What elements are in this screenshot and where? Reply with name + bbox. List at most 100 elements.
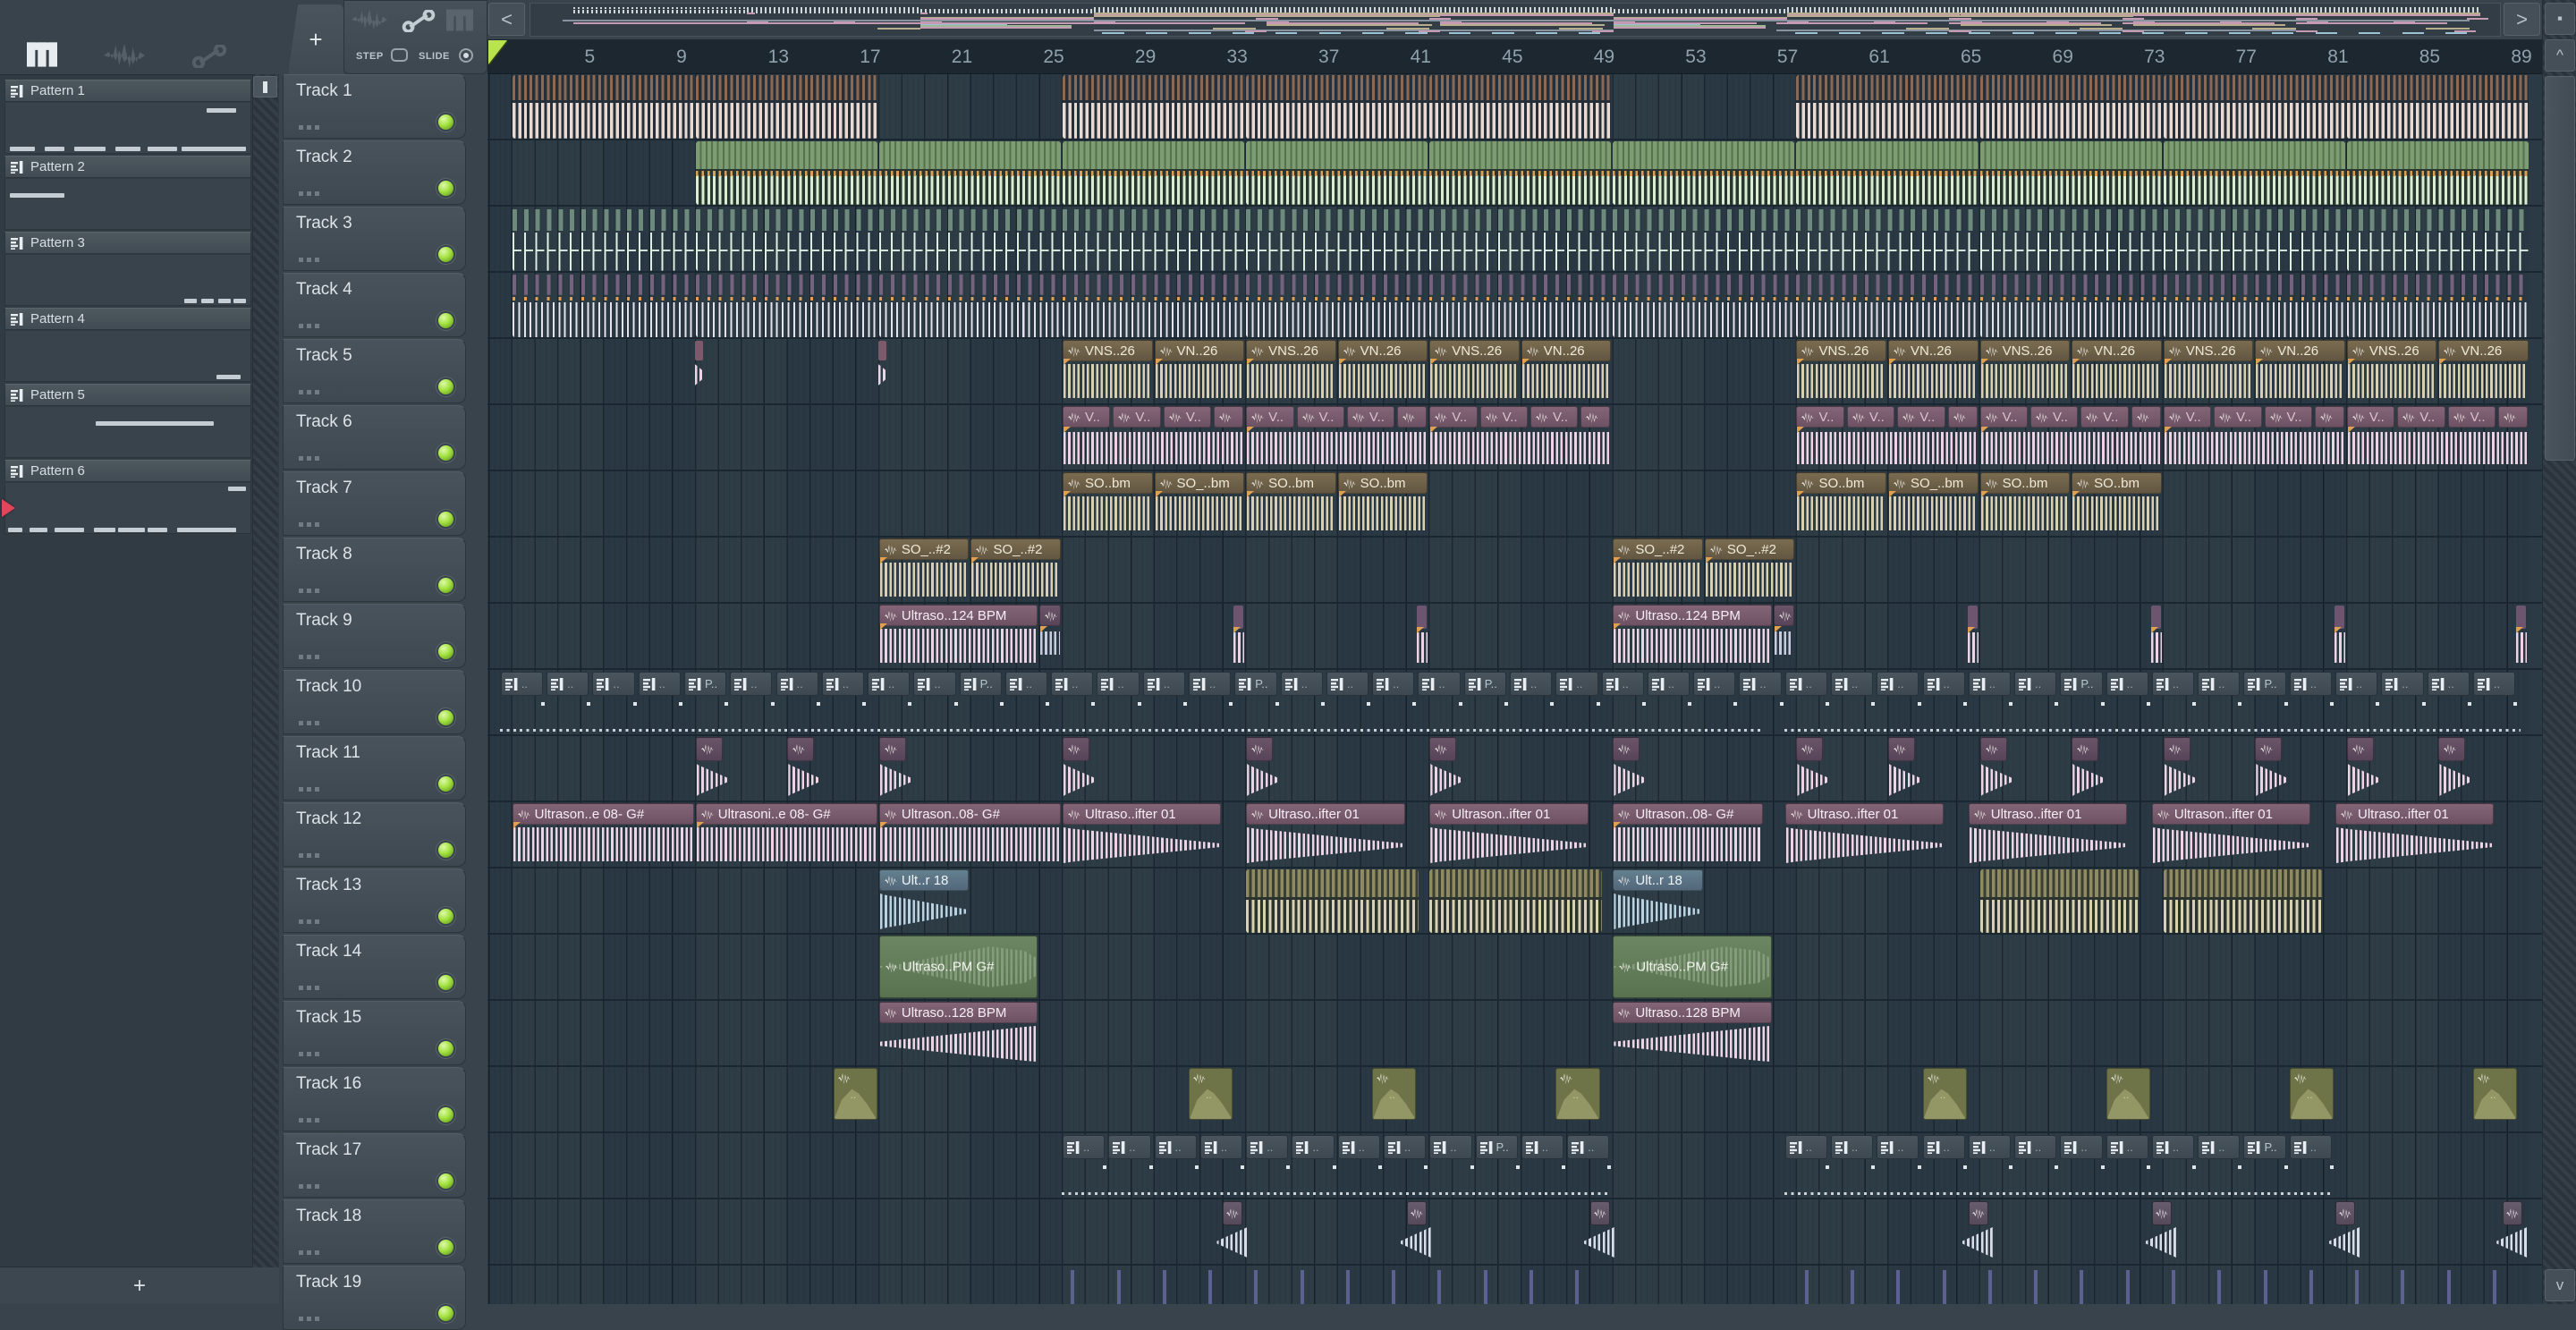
clip-header[interactable]: VNS..26 bbox=[1979, 340, 2071, 361]
clip-header[interactable]: SO..bm bbox=[1063, 472, 1153, 494]
clip-header[interactable]: SO_..bm bbox=[1154, 472, 1245, 494]
clip-header[interactable] bbox=[2438, 737, 2466, 761]
audio-clip[interactable] bbox=[2151, 1201, 2172, 1225]
pattern-mini-clip[interactable]: .. bbox=[2106, 1135, 2148, 1159]
clip-header[interactable]: VN..26 bbox=[1521, 340, 1612, 361]
pattern-mini-clip[interactable]: .. bbox=[500, 672, 544, 696]
pattern-mini-clip[interactable]: .. bbox=[1693, 672, 1736, 696]
track-options-dots[interactable] bbox=[299, 1250, 303, 1255]
clip-header[interactable]: Ultraso..128 BPM bbox=[1613, 1002, 1772, 1023]
clip-header[interactable]: VN..26 bbox=[1337, 340, 1428, 361]
playlist-minimap[interactable] bbox=[530, 3, 2501, 37]
pattern-mini-clip[interactable]: .. bbox=[1326, 672, 1369, 696]
audio-clip[interactable]: SO_..#2 bbox=[1704, 538, 1795, 603]
pattern-clip[interactable] bbox=[1979, 141, 2162, 205]
add-track-tab[interactable]: + bbox=[288, 4, 343, 74]
clip-header[interactable]: SO_..#2 bbox=[878, 538, 970, 560]
audio-clip[interactable]: .. bbox=[833, 1068, 877, 1120]
track-header[interactable]: Track 16 bbox=[283, 1067, 466, 1131]
add-pattern-footer[interactable]: + bbox=[0, 1267, 279, 1304]
clip-header[interactable]: VNS..26 bbox=[1796, 340, 1887, 361]
pattern-clip[interactable] bbox=[512, 208, 694, 271]
clip-header[interactable]: VNS..26 bbox=[1063, 340, 1153, 361]
pattern-list-scrollbar[interactable] bbox=[252, 74, 278, 1267]
pattern-mini-clip[interactable]: .. bbox=[1509, 672, 1553, 696]
clip-header[interactable] bbox=[1063, 737, 1089, 761]
pattern-mini-clip[interactable]: .. bbox=[2472, 672, 2516, 696]
audio-wave-icon[interactable] bbox=[104, 43, 145, 72]
pattern-clip[interactable] bbox=[2346, 75, 2529, 139]
track-mute-led[interactable] bbox=[438, 1107, 453, 1122]
track-mute-led[interactable] bbox=[438, 247, 453, 262]
track-mute-led[interactable] bbox=[438, 975, 453, 990]
playhead-flag[interactable] bbox=[488, 40, 507, 64]
audio-clip[interactable] bbox=[1773, 605, 1795, 669]
track-header[interactable]: Track 12 bbox=[283, 802, 466, 867]
audio-clip[interactable]: Ultraso..128 BPM bbox=[878, 1002, 1038, 1066]
clip-header[interactable]: SO..bm bbox=[1337, 472, 1428, 494]
pattern-item-header[interactable]: Pattern 6 bbox=[4, 460, 251, 482]
clip-header[interactable]: Ultrason..08- G# bbox=[1613, 803, 1763, 825]
pattern-item[interactable]: Pattern 6 bbox=[4, 460, 251, 534]
audio-clip[interactable]: Ultraso..ifter 01 bbox=[2335, 803, 2495, 868]
clip-header[interactable]: SO_..#2 bbox=[970, 538, 1061, 560]
audio-clip[interactable] bbox=[1979, 737, 2016, 801]
note-line[interactable] bbox=[1942, 1270, 1946, 1304]
audio-clip[interactable]: SO_..#2 bbox=[970, 538, 1061, 603]
pattern-mini-clip[interactable]: .. bbox=[1739, 672, 1782, 696]
clip-header[interactable]: Ultraso..ifter 01 bbox=[1784, 803, 1945, 825]
pattern-mini-clip[interactable]: .. bbox=[1108, 1135, 1151, 1159]
pattern-clip[interactable] bbox=[1796, 274, 1979, 337]
track-header[interactable]: Track 11 bbox=[283, 736, 466, 801]
audio-clip[interactable]: SO_..#2 bbox=[878, 538, 970, 603]
track-options-dots[interactable] bbox=[299, 986, 303, 990]
note-line[interactable] bbox=[1116, 1270, 1121, 1304]
pattern-item-header[interactable]: Pattern 2 bbox=[4, 156, 251, 178]
clip-header[interactable]: Ult..r 18 bbox=[1613, 869, 1703, 891]
clip-header[interactable]: Ultraso..ifter 01 bbox=[1063, 803, 1222, 825]
pattern-mini-clip[interactable]: .. bbox=[1337, 1135, 1380, 1159]
clip-header[interactable]: Ult..r 18 bbox=[878, 869, 970, 891]
track-header[interactable]: Track 3 bbox=[283, 207, 466, 271]
audio-clip[interactable]: Ult..r 18 bbox=[1613, 869, 1703, 934]
automation-icon[interactable] bbox=[191, 43, 227, 72]
track-header[interactable]: Track 13 bbox=[283, 868, 466, 933]
note-line[interactable] bbox=[1483, 1270, 1487, 1304]
audio-clip[interactable] bbox=[1406, 1201, 1427, 1225]
pattern-mini-clip[interactable]: .. bbox=[2198, 672, 2241, 696]
audio-clip[interactable] bbox=[2163, 737, 2199, 801]
pattern-mini-clip[interactable]: .. bbox=[1051, 672, 1094, 696]
track-options-dots[interactable] bbox=[299, 589, 303, 593]
track-options-dots[interactable] bbox=[299, 125, 303, 130]
audio-clip[interactable] bbox=[1063, 737, 1098, 801]
pattern-mini-clip[interactable]: .. bbox=[775, 672, 818, 696]
pattern-mini-clip[interactable]: P.. bbox=[683, 672, 727, 696]
pattern-clip[interactable] bbox=[2163, 141, 2345, 205]
audio-clip[interactable]: .. bbox=[1555, 1068, 1600, 1120]
track-mute-led[interactable] bbox=[438, 379, 453, 394]
track-header[interactable]: Track 8 bbox=[283, 538, 466, 602]
pattern-mini-clip[interactable]: .. bbox=[2289, 1135, 2332, 1159]
track-options-dots[interactable] bbox=[299, 655, 303, 659]
pattern-mini-clip[interactable]: P.. bbox=[1463, 672, 1506, 696]
pattern-mini-clip[interactable]: .. bbox=[730, 672, 773, 696]
pattern-clip[interactable] bbox=[878, 208, 1061, 271]
pattern-solo-button[interactable] bbox=[253, 76, 277, 97]
pattern-item-header[interactable]: Pattern 4 bbox=[4, 308, 251, 330]
pattern-mini-clip[interactable]: .. bbox=[1647, 672, 1690, 696]
audio-clip[interactable]: Ultraso..124 BPM bbox=[1613, 605, 1772, 669]
pattern-clip[interactable] bbox=[695, 208, 877, 271]
track-mute-led[interactable] bbox=[438, 843, 453, 858]
audio-clip[interactable]: VN..26 bbox=[1337, 340, 1428, 404]
audio-clip[interactable] bbox=[2335, 1201, 2356, 1225]
pattern-clip[interactable] bbox=[1796, 75, 1979, 139]
audio-clip[interactable]: VNS..26 bbox=[1979, 340, 2071, 404]
clip-header[interactable] bbox=[878, 737, 906, 761]
pattern-clip[interactable] bbox=[1613, 141, 1795, 205]
pattern-item[interactable]: Pattern 4 bbox=[4, 308, 251, 382]
pattern-mini-clip[interactable]: .. bbox=[1784, 672, 1827, 696]
pattern-mini-clip[interactable]: P.. bbox=[2060, 672, 2103, 696]
track-options-dots[interactable] bbox=[299, 456, 303, 461]
pattern-mini-clip[interactable]: .. bbox=[2014, 672, 2057, 696]
pattern-mini-clip[interactable]: .. bbox=[1063, 1135, 1106, 1159]
